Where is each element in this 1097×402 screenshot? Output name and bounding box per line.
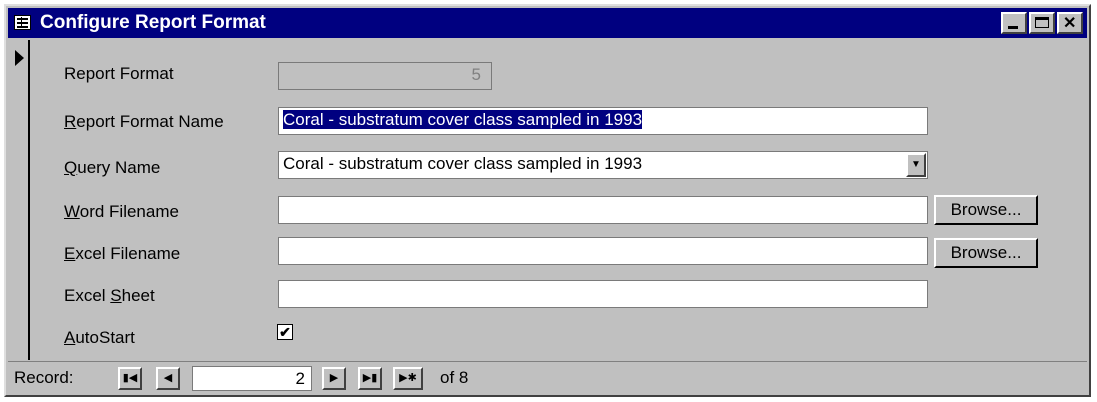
query-name-label: Query Name [64,158,161,177]
form-icon[interactable] [14,15,31,30]
close-icon[interactable] [1057,12,1083,34]
title-bar[interactable]: Configure Report Format [8,8,1087,38]
excel-filename-label: Excel Filename [64,244,181,263]
first-record-icon[interactable]: ▮◀ [118,367,142,390]
record-label: Record: [14,368,74,387]
previous-record-icon[interactable]: ◀ [156,367,180,390]
word-browse-button[interactable]: Browse... [934,195,1038,225]
window-title: Configure Report Format [40,12,266,33]
excel-sheet-label: Excel Sheet [64,286,155,305]
record-count: of 8 [440,368,469,387]
record-selector-arrow-icon [15,50,24,66]
record-selector[interactable] [8,40,30,360]
autostart-label: AutoStart [64,328,135,347]
excel-browse-button[interactable]: Browse... [934,238,1038,268]
maximize-icon[interactable] [1029,12,1055,34]
report-format-name-label: Report Format Name [64,112,224,131]
last-record-icon[interactable]: ▶▮ [358,367,382,390]
chevron-down-icon[interactable]: ▼ [906,153,926,177]
selected-text: Coral - substratum cover class sampled i… [283,110,643,129]
query-name-value: Coral - substratum cover class sampled i… [283,154,643,173]
new-record-icon[interactable]: ▶✱ [393,367,423,390]
report-format-label: Report Format [64,64,174,83]
excel-filename-input[interactable] [278,237,928,265]
query-name-combobox[interactable]: Coral - substratum cover class sampled i… [278,151,928,179]
record-navigation-bar: Record: ▮◀ ◀ 2 ▶ ▶▮ ▶✱ of 8 [8,361,1087,394]
excel-sheet-input[interactable] [278,280,928,308]
word-filename-label: Word Filename [64,202,179,221]
configure-report-format-window: Configure Report Format Report Format 5 … [4,4,1091,397]
word-filename-input[interactable] [278,196,928,224]
report-format-field: 5 [278,62,492,90]
record-number-input[interactable]: 2 [192,366,312,391]
next-record-icon[interactable]: ▶ [322,367,346,390]
minimize-icon[interactable] [1001,12,1027,34]
autostart-checkbox[interactable]: ✔ [277,324,293,340]
report-format-name-input[interactable]: Coral - substratum cover class sampled i… [278,107,928,135]
